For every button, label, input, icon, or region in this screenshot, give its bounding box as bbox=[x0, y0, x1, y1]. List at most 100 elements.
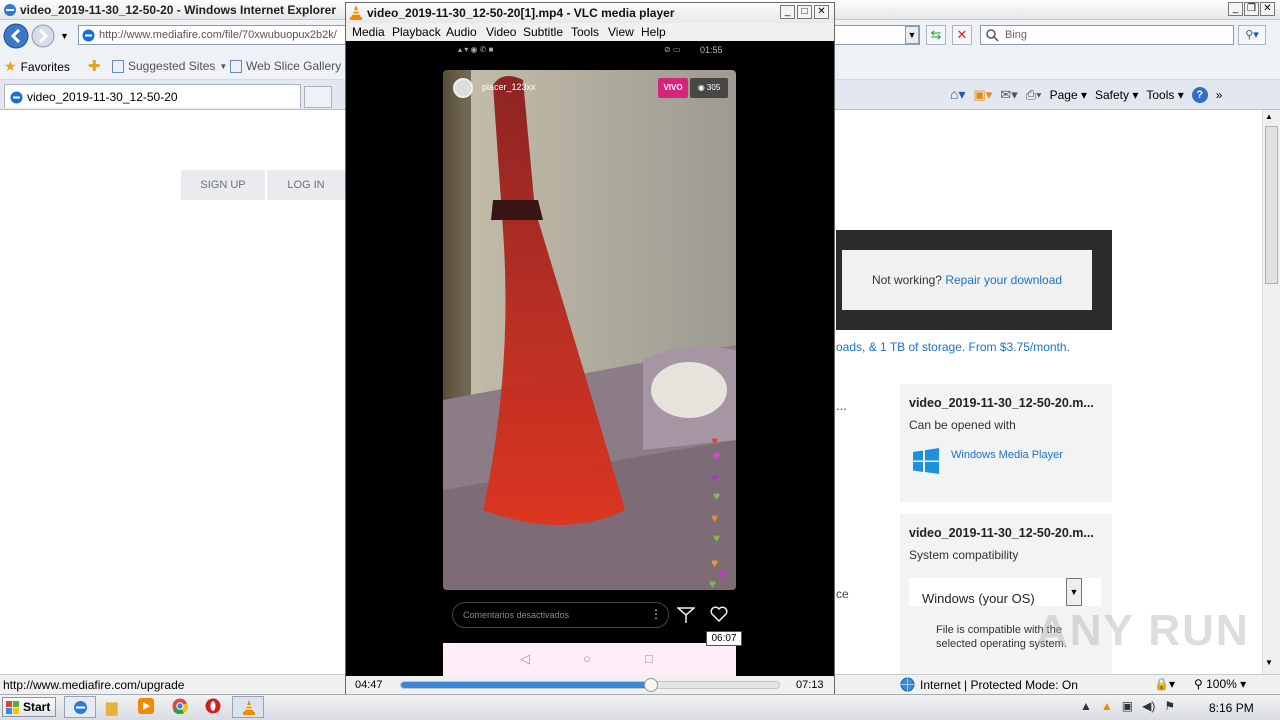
svg-text:♥: ♥ bbox=[711, 556, 718, 570]
scroll-thumb[interactable] bbox=[1265, 126, 1278, 284]
scroll-up-arrow[interactable]: ▲ bbox=[1265, 112, 1273, 121]
tray-vlc-icon[interactable]: ▲ bbox=[1101, 699, 1113, 713]
windows-flag-icon bbox=[6, 701, 20, 714]
ie-restore-button[interactable]: ❐ bbox=[1244, 2, 1259, 16]
print-icon[interactable]: ⎙▾ bbox=[1026, 87, 1042, 103]
streamer-username: placer_123xx bbox=[482, 82, 536, 92]
tray-network-icon[interactable]: ▣ bbox=[1122, 699, 1133, 713]
favorites-label: Favorites bbox=[20, 59, 70, 74]
menu-view[interactable]: View bbox=[608, 25, 634, 39]
refresh-button[interactable]: ⇆ bbox=[926, 25, 946, 45]
opera-icon[interactable] bbox=[205, 698, 221, 714]
tray-flag-icon[interactable]: ⚑ bbox=[1164, 699, 1175, 713]
vlc-minimize-button[interactable]: _ bbox=[780, 5, 795, 19]
anyrun-watermark: ANY RUN bbox=[1036, 606, 1250, 655]
seek-handle[interactable] bbox=[644, 678, 659, 692]
login-button[interactable]: LOG IN bbox=[267, 170, 345, 200]
tray-volume-icon[interactable]: ◀) bbox=[1142, 699, 1155, 713]
security-zone: Internet | Protected Mode: On bbox=[920, 678, 1078, 692]
vlc-title-bar: video_2019-11-30_12-50-20[1].mp4 - VLC m… bbox=[346, 3, 834, 23]
ie-minimize-button[interactable]: _ bbox=[1228, 2, 1243, 16]
suggested-sites-link[interactable]: Suggested Sites ▼ bbox=[112, 59, 227, 73]
tab-favicon-icon bbox=[10, 91, 23, 104]
open-with-card: video_2019-11-30_12-50-20.m... Can be op… bbox=[900, 384, 1112, 502]
elapsed-time: 04:47 bbox=[355, 679, 383, 691]
menu-subtitle[interactable]: Subtitle bbox=[523, 25, 563, 39]
chrome-icon[interactable] bbox=[172, 698, 188, 714]
start-label: Start bbox=[23, 700, 51, 714]
page-menu-label: Page bbox=[1049, 87, 1078, 102]
media-player-icon[interactable] bbox=[138, 698, 154, 714]
total-time: 07:13 bbox=[796, 679, 824, 691]
nav-home-icon: ○ bbox=[583, 651, 591, 666]
protected-mode-icon[interactable]: 🔒▾ bbox=[1154, 677, 1175, 691]
address-url: http://www.mediafire.com/file/70xwubuopu… bbox=[99, 29, 337, 41]
help-icon[interactable]: ? bbox=[1191, 86, 1208, 103]
os-select-value: Windows (your OS) bbox=[922, 591, 1035, 606]
forward-button[interactable] bbox=[31, 24, 55, 48]
favorites-button[interactable]: ★ Favorites bbox=[4, 58, 70, 75]
card-subtitle: Can be opened with bbox=[909, 418, 1016, 432]
new-tab-button[interactable] bbox=[304, 86, 332, 108]
ie-vertical-scrollbar[interactable]: ▲ ▼ bbox=[1262, 110, 1280, 674]
vlc-cone-icon bbox=[349, 5, 363, 20]
taskbar-vlc-button[interactable] bbox=[232, 696, 264, 718]
page-icon bbox=[112, 59, 124, 73]
menu-playback[interactable]: Playback bbox=[392, 25, 441, 39]
os-select-arrow[interactable]: ▼ bbox=[1066, 578, 1082, 606]
address-dropdown-button[interactable]: ▼ bbox=[905, 26, 919, 44]
ie-icon bbox=[73, 700, 88, 715]
web-slice-label: Web Slice Gallery bbox=[246, 59, 342, 73]
tab-video[interactable]: video_2019-11-30_12-50-20 bbox=[4, 84, 301, 108]
repair-box: Not working? Repair your download bbox=[842, 250, 1092, 310]
windows-media-player-link[interactable]: Windows Media Player bbox=[951, 449, 1063, 461]
menu-help[interactable]: Help bbox=[641, 25, 666, 39]
scroll-down-arrow[interactable]: ▼ bbox=[1265, 658, 1273, 667]
svg-text:♥: ♥ bbox=[713, 489, 720, 503]
comment-placeholder: Comentarios desactivados bbox=[463, 610, 570, 620]
extend-icon[interactable]: » bbox=[1216, 88, 1223, 102]
page-menu[interactable]: Page ▾ bbox=[1050, 88, 1087, 102]
ie-close-button[interactable]: ✕ bbox=[1260, 2, 1275, 16]
recent-pages-dropdown[interactable]: ▼ bbox=[60, 31, 69, 41]
menu-video[interactable]: Video bbox=[486, 25, 516, 39]
back-button[interactable] bbox=[3, 23, 29, 49]
command-bar: ⌂▾ ▣▾ ✉▾ ⎙▾ Page ▾ Safety ▾ Tools ▾ ? » bbox=[950, 86, 1222, 103]
safety-menu[interactable]: Safety ▾ bbox=[1095, 88, 1138, 102]
vlc-menu-bar: Media Playback Audio Video Subtitle Tool… bbox=[346, 23, 834, 41]
tools-menu-label: Tools bbox=[1146, 87, 1175, 102]
web-slice-gallery-link[interactable]: Web Slice Gallery bbox=[230, 59, 341, 73]
signup-button[interactable]: SIGN UP bbox=[181, 170, 265, 200]
tray-expand-icon[interactable]: ▲ bbox=[1080, 699, 1092, 713]
mail-icon[interactable]: ✉▾ bbox=[1000, 87, 1017, 103]
ie-title-text: video_2019-11-30_12-50-20 - Windows Inte… bbox=[20, 3, 337, 17]
home-icon[interactable]: ⌂▾ bbox=[950, 86, 965, 103]
explorer-icon[interactable]: ▆ bbox=[106, 698, 118, 716]
menu-audio[interactable]: Audio bbox=[446, 25, 477, 39]
zoom-control[interactable]: ⚲ 100% ▾ bbox=[1194, 677, 1246, 691]
svg-text:♥: ♥ bbox=[711, 434, 718, 448]
zoom-value: 100% bbox=[1206, 677, 1237, 691]
repair-link[interactable]: Repair your download bbox=[945, 273, 1062, 287]
live-badge: VIVO bbox=[658, 78, 688, 98]
truncated-text: ce bbox=[836, 587, 849, 601]
vlc-close-button[interactable]: ✕ bbox=[814, 5, 829, 19]
menu-media[interactable]: Media bbox=[352, 25, 385, 39]
os-select[interactable]: Windows (your OS) ▼ bbox=[909, 578, 1101, 606]
stop-button[interactable]: ✕ bbox=[952, 25, 972, 45]
seek-bar[interactable] bbox=[400, 678, 780, 692]
menu-tools[interactable]: Tools bbox=[571, 25, 599, 39]
add-favorites-icon[interactable]: ✚ bbox=[88, 57, 101, 75]
start-button[interactable]: Start bbox=[2, 697, 56, 717]
video-frame: ♥ ♥ ♥ ♥ ♥ ♥ ♥ ♥ ♥ placer_123xx VIVO ◉ 305 bbox=[443, 70, 736, 590]
tools-menu[interactable]: Tools ▾ bbox=[1146, 88, 1183, 102]
taskbar-ie-button[interactable] bbox=[64, 696, 96, 718]
feeds-icon[interactable]: ▣▾ bbox=[973, 87, 992, 103]
storage-upgrade-link[interactable]: oads, & 1 TB of storage. From $3.75/mont… bbox=[836, 340, 1070, 354]
search-go-button[interactable]: ⚲▾ bbox=[1238, 25, 1266, 45]
vlc-maximize-button[interactable]: □ bbox=[797, 5, 812, 19]
svg-text:♥: ♥ bbox=[711, 511, 718, 525]
search-input[interactable]: Bing bbox=[980, 25, 1234, 45]
viewer-count: ◉ 305 bbox=[690, 78, 728, 98]
send-icon bbox=[677, 606, 695, 624]
